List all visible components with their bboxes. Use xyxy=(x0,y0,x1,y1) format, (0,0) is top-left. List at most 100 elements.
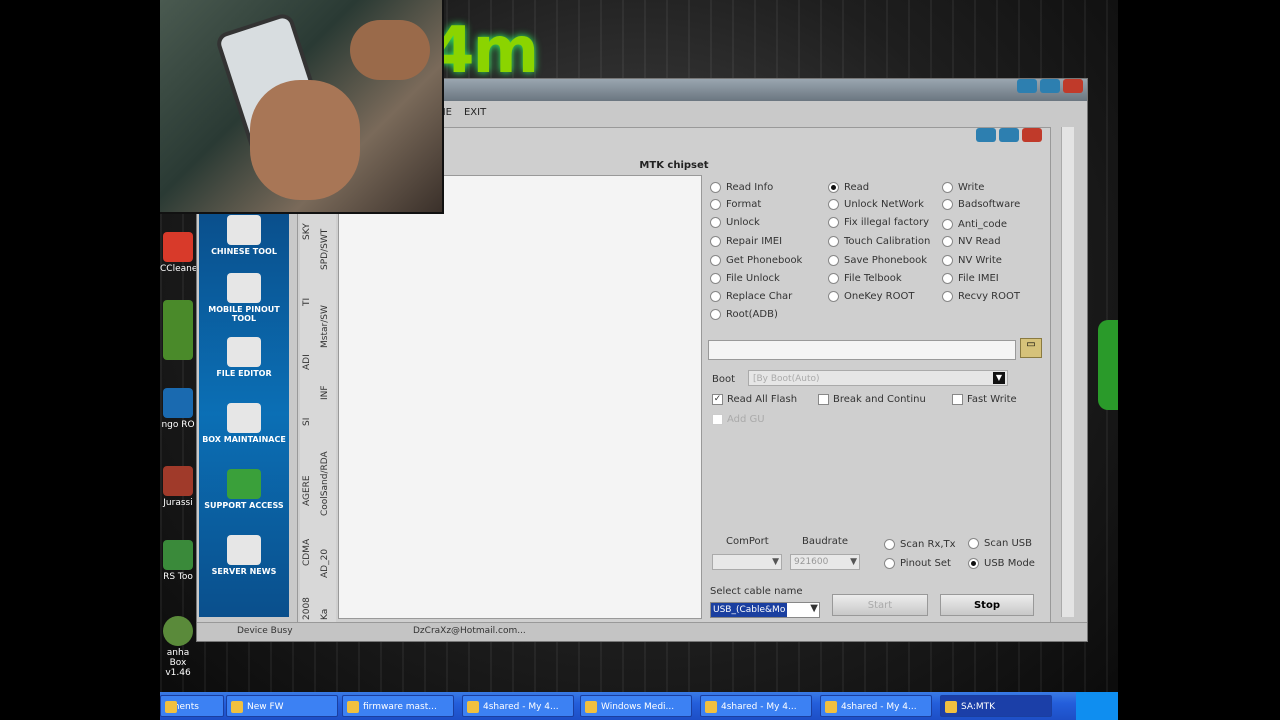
radio-unlock[interactable] xyxy=(710,217,721,228)
cable-select[interactable]: USB_(Cable&Mo ▼ xyxy=(710,602,820,618)
task-firmware[interactable]: firmware mast... xyxy=(342,695,454,717)
desktop-icon-ngo[interactable]: ngo RO xyxy=(160,388,196,430)
maximize-button[interactable] xyxy=(1040,79,1060,93)
panel-maximize-button[interactable] xyxy=(999,128,1019,142)
tab-inf[interactable]: INF xyxy=(320,385,330,400)
radio-scan-rxtx[interactable] xyxy=(884,539,895,550)
checkbox-break-continue[interactable] xyxy=(818,394,829,405)
radio-file-telbook[interactable] xyxy=(828,273,839,284)
checkbox-fast-write[interactable] xyxy=(952,394,963,405)
file-path-input[interactable] xyxy=(708,340,1016,360)
opt-pinout-set[interactable]: Pinout Set xyxy=(884,558,951,569)
opt-anti-code[interactable]: Anti_code xyxy=(942,219,1007,230)
radio-badsoftware[interactable] xyxy=(942,199,953,210)
opt-scan-rxtx[interactable]: Scan Rx,Tx xyxy=(884,539,956,550)
start-button[interactable]: Start xyxy=(832,594,928,616)
radio-unlock-network[interactable] xyxy=(828,199,839,210)
radio-nv-read[interactable] xyxy=(942,236,953,247)
radio-read[interactable] xyxy=(828,182,839,193)
vertical-scrollbar[interactable] xyxy=(1061,127,1074,617)
opt-replace-char[interactable]: Replace Char xyxy=(710,291,792,302)
radio-touch-calibration[interactable] xyxy=(828,236,839,247)
panel-close-button[interactable] xyxy=(1022,128,1042,142)
radio-recvy-root[interactable] xyxy=(942,291,953,302)
sidebar-item-support-access[interactable]: SUPPORT ACCESS xyxy=(199,469,289,510)
close-button[interactable] xyxy=(1063,79,1083,93)
desktop-icon-ccleaner[interactable]: CCleane xyxy=(160,232,197,274)
tab-spd[interactable]: SPD/SWT xyxy=(320,229,330,270)
radio-get-phonebook[interactable] xyxy=(710,255,721,266)
tab-ka[interactable]: Ka xyxy=(320,609,330,620)
desktop-icon-rs-tool[interactable]: RS Too xyxy=(160,540,196,582)
tab-agere[interactable]: AGERE xyxy=(302,475,312,506)
task-4shared-2[interactable]: 4shared - My 4... xyxy=(700,695,812,717)
tab-adi[interactable]: ADI xyxy=(302,354,312,370)
radio-nv-write[interactable] xyxy=(942,255,953,266)
task-new-fw[interactable]: New FW xyxy=(226,695,338,717)
comport-select[interactable]: ▼ xyxy=(712,554,782,570)
baudrate-select[interactable]: 921600 ▼ xyxy=(790,554,860,570)
opt-recvy-root[interactable]: Recvy ROOT xyxy=(942,291,1020,302)
task-4shared-3[interactable]: 4shared - My 4... xyxy=(820,695,932,717)
opt-repair-imei[interactable]: Repair IMEI xyxy=(710,236,782,247)
sidebar-item-file-editor[interactable]: FILE EDITOR xyxy=(199,337,289,378)
radio-fix-illegal-factory[interactable] xyxy=(828,217,839,228)
check-read-all-flash[interactable]: ✓ Read All Flash xyxy=(712,394,797,405)
log-output[interactable] xyxy=(338,175,702,619)
radio-replace-char[interactable] xyxy=(710,291,721,302)
check-break-continue[interactable]: Break and Continu xyxy=(818,394,926,405)
task-4shared-1[interactable]: 4shared - My 4... xyxy=(462,695,574,717)
opt-onekey-root[interactable]: OneKey ROOT xyxy=(828,291,914,302)
opt-nv-read[interactable]: NV Read xyxy=(942,236,1001,247)
tab-sky[interactable]: SKY xyxy=(302,223,312,240)
radio-usb-mode[interactable] xyxy=(968,558,979,569)
opt-write[interactable]: Write xyxy=(942,182,984,193)
opt-read[interactable]: Read xyxy=(828,182,869,193)
radio-anti-code[interactable] xyxy=(942,219,953,230)
task-documents[interactable]: uments xyxy=(160,695,224,717)
radio-read-info[interactable] xyxy=(710,182,721,193)
desktop-icon-app[interactable] xyxy=(160,300,196,362)
radio-write[interactable] xyxy=(942,182,953,193)
sidebar-item-box-maintenance[interactable]: BOX MAINTAINACE xyxy=(199,403,289,444)
menu-item-exit[interactable]: EXIT xyxy=(464,107,486,118)
tab-si[interactable]: SI xyxy=(302,418,312,426)
radio-file-imei[interactable] xyxy=(942,273,953,284)
radio-scan-usb[interactable] xyxy=(968,538,979,549)
opt-save-phonebook[interactable]: Save Phonebook xyxy=(828,255,927,266)
opt-unlock-network[interactable]: Unlock NetWork xyxy=(828,199,924,210)
sidebar-item-chinese-tool[interactable]: CHINESE TOOL xyxy=(199,215,289,256)
minimize-button[interactable] xyxy=(1017,79,1037,93)
task-sa-mtk[interactable]: SA:MTK xyxy=(940,695,1052,717)
radio-pinout-set[interactable] xyxy=(884,558,895,569)
tab-ti[interactable]: TI xyxy=(302,298,312,306)
opt-scan-usb[interactable]: Scan USB xyxy=(968,538,1032,549)
radio-format[interactable] xyxy=(710,199,721,210)
opt-file-telbook[interactable]: File Telbook xyxy=(828,273,902,284)
opt-format[interactable]: Format xyxy=(710,199,761,210)
opt-root-adb[interactable]: Root(ADB) xyxy=(710,309,778,320)
system-tray[interactable] xyxy=(1076,692,1118,720)
check-add-gu[interactable]: Add GU xyxy=(712,414,765,425)
folder-open-icon[interactable]: ▭ xyxy=(1020,338,1042,358)
sidebar-item-pinout-tool[interactable]: MOBILE PINOUT TOOL xyxy=(199,273,289,323)
tab-mstar[interactable]: Mstar/SW xyxy=(320,305,330,348)
opt-usb-mode[interactable]: USB Mode xyxy=(968,558,1035,569)
tab-2008[interactable]: 2008 xyxy=(302,597,312,620)
radio-repair-imei[interactable] xyxy=(710,236,721,247)
check-fast-write[interactable]: Fast Write xyxy=(952,394,1017,405)
boot-select[interactable]: [By Boot(Auto) ▼ xyxy=(748,370,1008,386)
opt-fix-illegal-factory[interactable]: Fix illegal factory xyxy=(828,217,929,228)
opt-nv-write[interactable]: NV Write xyxy=(942,255,1002,266)
radio-save-phonebook[interactable] xyxy=(828,255,839,266)
opt-unlock[interactable]: Unlock xyxy=(710,217,760,228)
checkbox-add-gu[interactable] xyxy=(712,414,723,425)
checkbox-read-all-flash[interactable]: ✓ xyxy=(712,394,723,405)
radio-root-adb[interactable] xyxy=(710,309,721,320)
radio-onekey-root[interactable] xyxy=(828,291,839,302)
opt-file-imei[interactable]: File IMEI xyxy=(942,273,999,284)
opt-badsoftware[interactable]: Badsoftware xyxy=(942,199,1020,210)
tab-coolsand[interactable]: CoolSand/RDA xyxy=(320,451,330,516)
desktop-icon-piranha-box[interactable]: anha Box v1.46 xyxy=(160,616,196,678)
tab-ad20[interactable]: AD_20 xyxy=(320,549,330,578)
